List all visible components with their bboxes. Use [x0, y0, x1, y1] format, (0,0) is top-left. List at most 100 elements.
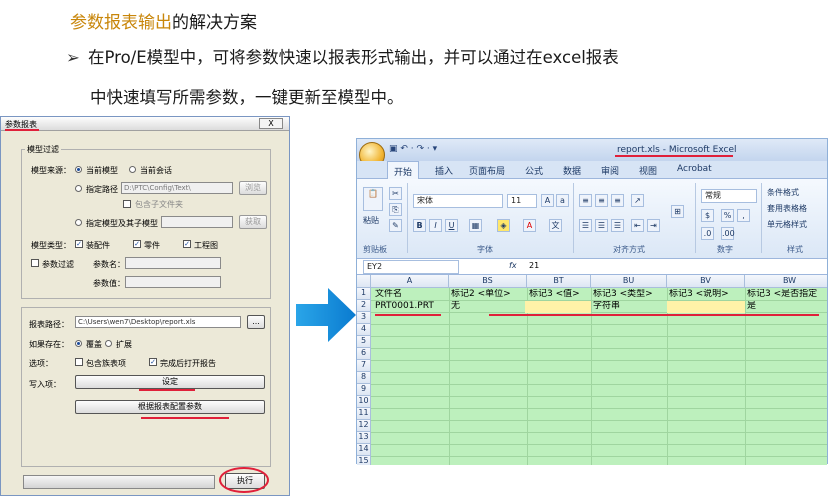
get-button[interactable]: 获取	[239, 215, 267, 229]
cell-a1[interactable]: 文件名	[373, 289, 449, 301]
align-left-icon[interactable]: ☰	[579, 219, 592, 232]
number-format-select[interactable]: 常规	[701, 189, 757, 203]
fx-icon[interactable]: fx	[509, 261, 517, 270]
tab-review[interactable]: 审阅	[601, 164, 619, 177]
name-box[interactable]: EY2	[363, 260, 459, 274]
cell-bu2[interactable]: 字符串	[591, 301, 667, 313]
underline-icon[interactable]: U	[445, 219, 458, 232]
bold-icon[interactable]: B	[413, 219, 426, 232]
tab-page-layout[interactable]: 页面布局	[469, 164, 505, 177]
select-all-corner[interactable]	[357, 275, 371, 288]
row-header[interactable]: 4	[357, 324, 371, 336]
shrink-font-icon[interactable]: a	[556, 194, 569, 207]
copy-icon[interactable]: ⎘	[389, 203, 402, 216]
path-input[interactable]: D:\PTC\Config\Text\	[121, 182, 233, 194]
font-size-select[interactable]: 11	[507, 194, 537, 208]
row-header[interactable]: 13	[357, 432, 371, 444]
currency-icon[interactable]: $	[701, 209, 714, 222]
row-header[interactable]: 10	[357, 396, 371, 408]
orientation-icon[interactable]: ↗	[631, 194, 644, 207]
align-middle-icon[interactable]: ≡	[595, 194, 608, 207]
grow-font-icon[interactable]: A	[541, 194, 554, 207]
font-name-select[interactable]: 宋体	[413, 194, 503, 208]
indent-icon[interactable]: ⇤	[631, 219, 644, 232]
italic-icon[interactable]: I	[429, 219, 442, 232]
radio-specify-path[interactable]	[75, 185, 82, 192]
paste-icon[interactable]: 📋	[363, 187, 383, 211]
report-path-browse-button[interactable]: ...	[247, 315, 265, 329]
browse-button[interactable]: 浏览	[239, 181, 267, 195]
cell-bs2[interactable]: 无	[449, 301, 527, 313]
tab-home[interactable]: 开始	[387, 161, 420, 180]
fill-color-icon[interactable]: ◈	[497, 219, 510, 232]
cell-bw2[interactable]: 是	[745, 301, 827, 313]
cell-bv2-highlight[interactable]	[667, 301, 745, 313]
open-after-checkbox[interactable]: ✓	[149, 358, 157, 366]
align-right-icon[interactable]: ☰	[611, 219, 624, 232]
radio-extend[interactable]	[105, 340, 112, 347]
align-top-icon[interactable]: ≡	[579, 194, 592, 207]
row-header[interactable]: 6	[357, 348, 371, 360]
tab-view[interactable]: 视图	[639, 164, 657, 177]
radio-overwrite[interactable]	[75, 340, 82, 347]
param-name-select[interactable]	[125, 257, 221, 269]
tab-formulas[interactable]: 公式	[525, 164, 543, 177]
col-header-a[interactable]: A	[371, 275, 449, 288]
radio-specify-model[interactable]	[75, 219, 82, 226]
cell-bs1[interactable]: 标记2 <单位>	[449, 289, 527, 301]
row-header[interactable]: 9	[357, 384, 371, 396]
cell-bt1[interactable]: 标记3 <值>	[527, 289, 591, 301]
cell-bw1[interactable]: 标记3 <是否指定	[745, 289, 827, 301]
formula-input[interactable]: 21	[529, 261, 539, 270]
model-input[interactable]	[161, 216, 233, 228]
config-params-button[interactable]: 根据报表配置参数	[75, 400, 265, 414]
drawing-checkbox[interactable]: ✓	[183, 240, 191, 248]
border-icon[interactable]: ▦	[469, 219, 482, 232]
param-value-input[interactable]	[125, 276, 221, 288]
row-header[interactable]: 12	[357, 420, 371, 432]
row-header[interactable]: 14	[357, 444, 371, 456]
assembly-checkbox[interactable]: ✓	[75, 240, 83, 248]
cell-bt2-highlight[interactable]	[525, 301, 591, 313]
part-checkbox[interactable]: ✓	[133, 240, 141, 248]
row-header[interactable]: 2	[357, 300, 371, 312]
row-header[interactable]: 7	[357, 360, 371, 372]
radio-current-session[interactable]	[129, 166, 136, 173]
tab-data[interactable]: 数据	[563, 164, 581, 177]
format-painter-icon[interactable]: ✎	[389, 219, 402, 232]
tab-acrobat[interactable]: Acrobat	[677, 164, 712, 174]
col-header-bt[interactable]: BT	[527, 275, 591, 288]
phonetic-icon[interactable]: 文	[549, 219, 562, 232]
col-header-bu[interactable]: BU	[591, 275, 667, 288]
wrap-merge-icon[interactable]: ⊞	[671, 205, 684, 218]
row-header[interactable]: 5	[357, 336, 371, 348]
radio-current-model[interactable]	[75, 166, 82, 173]
cell-bv1[interactable]: 标记3 <说明>	[667, 289, 745, 301]
row-header[interactable]: 11	[357, 408, 371, 420]
col-header-bv[interactable]: BV	[667, 275, 745, 288]
close-button[interactable]: X	[259, 118, 283, 129]
cell-bu1[interactable]: 标记3 <类型>	[591, 289, 667, 301]
decrease-decimal-icon[interactable]: .00	[721, 227, 735, 240]
format-as-table-button[interactable]: 套用表格格	[767, 203, 807, 214]
percent-icon[interactable]: %	[721, 209, 734, 222]
tab-insert[interactable]: 插入	[435, 164, 453, 177]
row-header[interactable]: 15	[357, 456, 371, 465]
include-subfolders-checkbox[interactable]	[123, 200, 131, 208]
comma-icon[interactable]: ,	[737, 209, 750, 222]
conditional-format-button[interactable]: 条件格式	[767, 187, 799, 198]
param-filter-checkbox[interactable]	[31, 259, 39, 267]
cell-a2[interactable]: PRT0001.PRT	[373, 301, 449, 313]
col-header-bw[interactable]: BW	[745, 275, 827, 288]
increase-decimal-icon[interactable]: .0	[701, 227, 714, 240]
align-center-icon[interactable]: ☰	[595, 219, 608, 232]
outdent-icon[interactable]: ⇥	[647, 219, 660, 232]
row-header[interactable]: 1	[357, 288, 371, 300]
cell-styles-button[interactable]: 单元格样式	[767, 219, 807, 230]
font-color-icon[interactable]: A	[523, 219, 536, 232]
col-header-bs[interactable]: BS	[449, 275, 527, 288]
cut-icon[interactable]: ✂	[389, 187, 402, 200]
row-header[interactable]: 3	[357, 312, 371, 324]
quick-access-toolbar[interactable]: ▣ ↶ · ↷ · ▾	[389, 144, 437, 154]
align-bottom-icon[interactable]: ≡	[611, 194, 624, 207]
